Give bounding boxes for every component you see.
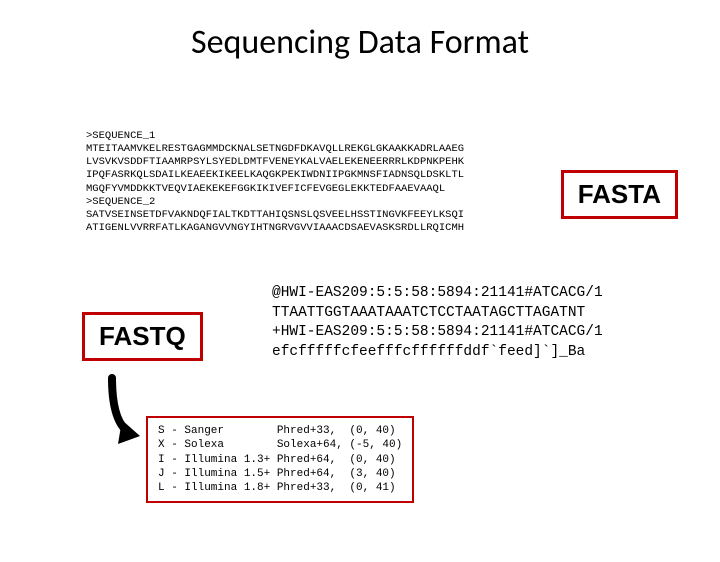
fastq-label-box: FASTQ: [82, 312, 203, 361]
encoding-table: S - Sanger Phred+33, (0, 40) X - Solexa …: [146, 416, 414, 503]
fasta-sequence-block: >SEQUENCE_1 MTEITAAMVKELRESTGAGMMDCKNALS…: [86, 130, 464, 235]
page-title: Sequencing Data Format: [0, 22, 720, 63]
fasta-label-box: FASTA: [561, 170, 678, 219]
fastq-sequence-block: @HWI-EAS209:5:5:58:5894:21141#ATCACG/1 T…: [272, 284, 603, 362]
arrow-icon: [100, 370, 150, 450]
